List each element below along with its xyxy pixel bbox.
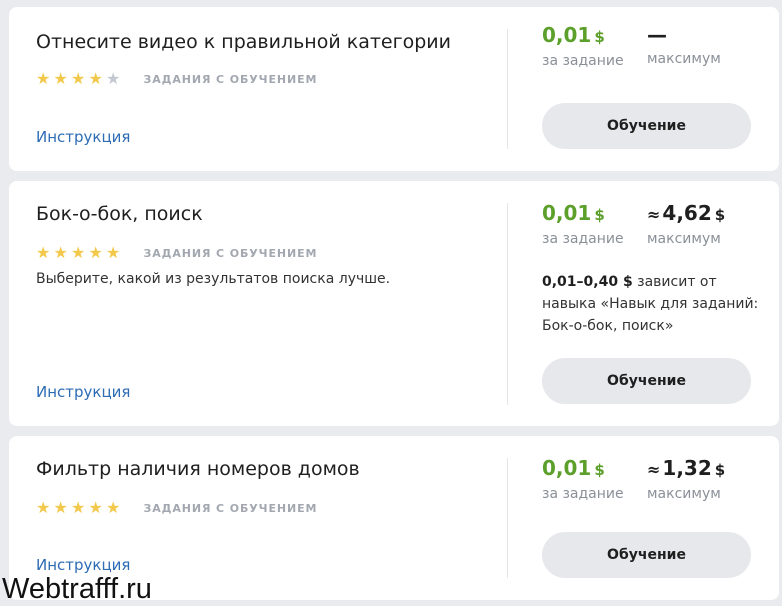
learn-button[interactable]: Обучение: [542, 532, 751, 578]
star-rating: ★ ★ ★ ★ ★: [36, 498, 124, 518]
task-title[interactable]: Отнесите видео к правильной категории: [36, 29, 451, 55]
star-icon: ★: [106, 498, 121, 517]
price-value: 0,01: [542, 201, 592, 225]
price-label: за задание: [542, 486, 624, 502]
currency: $: [594, 206, 605, 224]
approx-sign: ≈: [647, 205, 661, 224]
price-per-task: 0,01 $ за задание: [542, 21, 624, 71]
max-value: 1,32: [662, 456, 712, 480]
price-label: за задание: [542, 53, 624, 69]
instruction-link[interactable]: Инструкция: [36, 556, 130, 574]
divider: [507, 29, 508, 149]
price-value: 0,01: [542, 456, 592, 480]
star-icon: ★: [88, 69, 103, 88]
max-label: максимум: [647, 51, 721, 67]
training-badge: ЗАДАНИЯ С ОБУЧЕНИЕМ: [143, 72, 318, 86]
max-earnings: ≈4,62 $ максимум: [647, 199, 725, 249]
star-icon: ★: [88, 243, 103, 262]
max-earnings: ≈1,32 $ максимум: [647, 454, 725, 504]
training-badge: ЗАДАНИЯ С ОБУЧЕНИЕМ: [143, 246, 318, 260]
star-icon: ★: [53, 243, 68, 262]
star-icon: ★: [88, 498, 103, 517]
price-value: 0,01: [542, 23, 592, 47]
star-icon: ★: [53, 69, 68, 88]
approx-sign: ≈: [647, 460, 661, 479]
rating-row: ★ ★ ★ ★ ★ ЗАДАНИЯ С ОБУЧЕНИЕМ: [36, 243, 317, 263]
currency: $: [714, 206, 726, 224]
divider: [507, 458, 508, 578]
max-value: —: [647, 23, 667, 47]
rating-row: ★ ★ ★ ★ ★ ЗАДАНИЯ С ОБУЧЕНИЕМ: [36, 498, 317, 518]
star-icon: ★: [36, 69, 51, 88]
rating-row: ★ ★ ★ ★ ★ ЗАДАНИЯ С ОБУЧЕНИЕМ: [36, 69, 317, 89]
max-label: максимум: [647, 231, 721, 247]
training-badge: ЗАДАНИЯ С ОБУЧЕНИЕМ: [143, 501, 318, 515]
currency: $: [594, 28, 605, 46]
task-description: Выберите, какой из результатов поиска лу…: [36, 271, 391, 287]
learn-button[interactable]: Обучение: [542, 358, 751, 404]
max-earnings: — максимум: [647, 21, 721, 69]
star-icon: ★: [71, 498, 86, 517]
star-icon: ★: [106, 243, 121, 262]
currency: $: [594, 461, 605, 479]
price-range: 0,01–0,40 $: [542, 274, 633, 290]
star-icon: ★: [36, 243, 51, 262]
watermark: Webtrafff.ru: [2, 573, 152, 605]
max-value: 4,62: [662, 201, 712, 225]
price-range-note: 0,01–0,40 $ зависит от навыка «Навык для…: [542, 271, 772, 337]
instruction-link[interactable]: Инструкция: [36, 383, 130, 401]
star-icon: ★: [53, 498, 68, 517]
task-title[interactable]: Бок-о-бок, поиск: [36, 201, 203, 227]
instruction-link[interactable]: Инструкция: [36, 128, 130, 146]
divider: [507, 203, 508, 405]
star-rating: ★ ★ ★ ★ ★: [36, 69, 124, 89]
star-icon: ★: [71, 69, 86, 88]
star-empty-icon: ★: [106, 69, 121, 88]
task-title[interactable]: Фильтр наличия номеров домов: [36, 456, 360, 482]
price-per-task: 0,01 $ за задание: [542, 454, 624, 504]
star-rating: ★ ★ ★ ★ ★: [36, 243, 124, 263]
task-card-side-by-side-search[interactable]: Бок-о-бок, поиск ★ ★ ★ ★ ★ ЗАДАНИЯ С ОБУ…: [9, 181, 779, 426]
star-icon: ★: [36, 498, 51, 517]
learn-button[interactable]: Обучение: [542, 103, 751, 149]
max-label: максимум: [647, 486, 721, 502]
task-card-video-category[interactable]: Отнесите видео к правильной категории ★ …: [9, 7, 779, 171]
star-icon: ★: [71, 243, 86, 262]
price-label: за задание: [542, 231, 624, 247]
currency: $: [714, 461, 726, 479]
price-per-task: 0,01 $ за задание: [542, 199, 624, 249]
